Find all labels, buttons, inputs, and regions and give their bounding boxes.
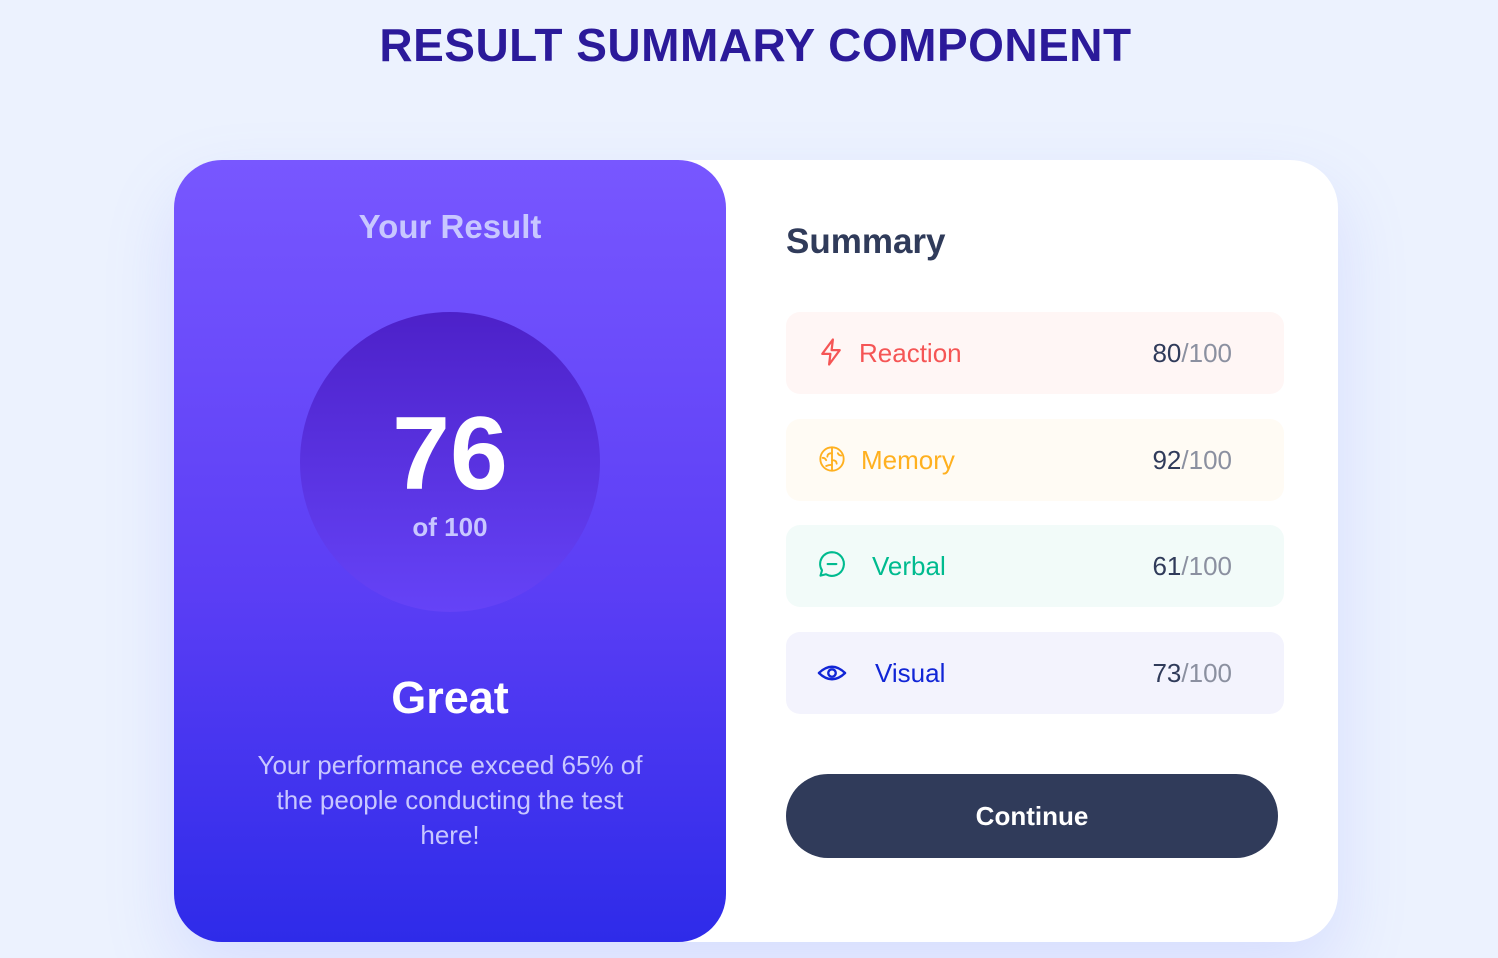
score-circle: 76 of 100: [300, 312, 600, 612]
result-panel: Your Result 76 of 100 Great Your perform…: [174, 160, 726, 942]
rating-description: Your performance exceed 65% of the peopl…: [257, 750, 643, 850]
eye-icon: [817, 658, 847, 688]
summary-item-label: Visual: [875, 657, 946, 688]
summary-item-label: Verbal: [872, 551, 946, 581]
summary-item-label: Memory: [861, 444, 955, 475]
score-out-of: of 100: [412, 512, 488, 542]
summary-list: Reaction 80/100 Memory 92/100 Verbal 61/…: [786, 312, 1284, 738]
chat-bubble-icon: [817, 549, 847, 579]
brain-icon: [818, 445, 848, 475]
summary-heading: Summary: [786, 222, 946, 261]
summary-item-score: 80/100: [1152, 338, 1232, 368]
rating-label: Great: [391, 672, 509, 723]
summary-item-verbal: Verbal 61/100: [786, 525, 1284, 607]
summary-item-label: Reaction: [859, 338, 962, 368]
summary-item-memory: Memory 92/100: [786, 418, 1284, 501]
summary-item-score: 61/100: [1152, 551, 1232, 581]
summary-item-reaction: Reaction 80/100: [786, 312, 1284, 394]
lightning-icon: [816, 337, 846, 367]
result-heading: Your Result: [358, 208, 542, 245]
summary-item-visual: Visual 73/100: [786, 631, 1284, 714]
page-title: RESULT SUMMARY COMPONENT: [379, 19, 1132, 71]
summary-item-score: 73/100: [1152, 657, 1232, 688]
result-summary-card: Your Result 76 of 100 Great Your perform…: [174, 160, 1338, 942]
score-value: 76: [392, 396, 508, 512]
summary-item-score: 92/100: [1152, 444, 1232, 475]
continue-button[interactable]: Continue: [786, 774, 1278, 858]
